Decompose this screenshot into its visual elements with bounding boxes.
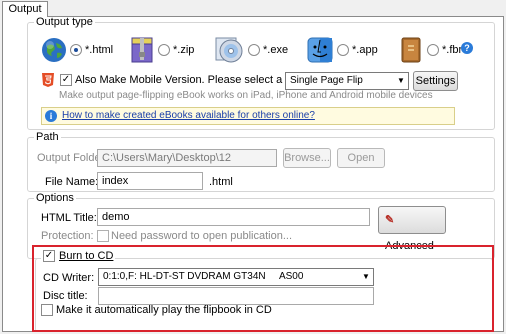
file-name-field[interactable]: index — [97, 172, 203, 190]
book-icon — [401, 37, 421, 63]
file-name-label: File Name: — [45, 176, 99, 188]
open-button[interactable]: Open — [337, 148, 385, 168]
mobile-template-select[interactable]: Single Page Flip ▼ — [285, 72, 409, 90]
radio-html[interactable] — [70, 44, 82, 56]
wrench-icon: ✎ — [385, 214, 395, 226]
radio-exe-label: *.exe — [263, 44, 289, 56]
tab-strip: Output — [0, 0, 506, 17]
radio-zip[interactable] — [158, 44, 170, 56]
mobile-template-value: Single Page Flip — [290, 75, 363, 86]
settings-button[interactable]: Settings — [413, 71, 458, 91]
radio-fbr-label: *.fbr — [442, 44, 463, 56]
radio-fbr[interactable] — [427, 44, 439, 56]
help-icon[interactable]: ? — [461, 42, 473, 54]
protection-label: Protection: — [41, 230, 94, 242]
password-label: Need password to open publication... — [111, 230, 293, 242]
radio-exe[interactable] — [248, 44, 260, 56]
mac-finder-icon — [307, 37, 333, 63]
output-panel: Output type *.html *.zip *.exe *.app *.f… — [2, 16, 504, 332]
radio-app[interactable] — [337, 44, 349, 56]
password-checkbox[interactable] — [97, 230, 109, 242]
file-extension: .html — [209, 176, 233, 188]
globe-icon — [42, 38, 66, 62]
highlight-box — [32, 245, 494, 332]
radio-zip-label: *.zip — [173, 44, 195, 56]
zip-archive-icon — [131, 37, 153, 63]
tab-output[interactable]: Output — [2, 1, 48, 17]
html-title-label: HTML Title: — [41, 212, 97, 224]
info-icon: i — [45, 110, 57, 122]
radio-html-label: *.html — [85, 44, 114, 56]
info-link[interactable]: How to make created eBooks available for… — [62, 110, 315, 121]
output-folder-field[interactable]: C:\Users\Mary\Desktop\12 — [97, 149, 277, 167]
mobile-version-checkbox[interactable]: ✓ — [60, 74, 72, 86]
info-box: i How to make created eBooks available f… — [41, 107, 455, 125]
chevron-down-icon: ▼ — [397, 76, 405, 85]
browse-button[interactable]: Browse... — [283, 148, 331, 168]
options-legend: Options — [36, 192, 74, 204]
html-title-field[interactable]: demo — [97, 208, 370, 226]
mobile-note: Make output page-flipping eBook works on… — [59, 90, 433, 101]
advanced-button[interactable]: ✎ Advanced — [378, 206, 446, 252]
output-type-legend: Output type — [36, 16, 93, 28]
html5-icon — [42, 73, 54, 87]
cd-disc-icon — [215, 37, 243, 63]
path-legend: Path — [36, 131, 59, 143]
radio-app-label: *.app — [352, 44, 378, 56]
